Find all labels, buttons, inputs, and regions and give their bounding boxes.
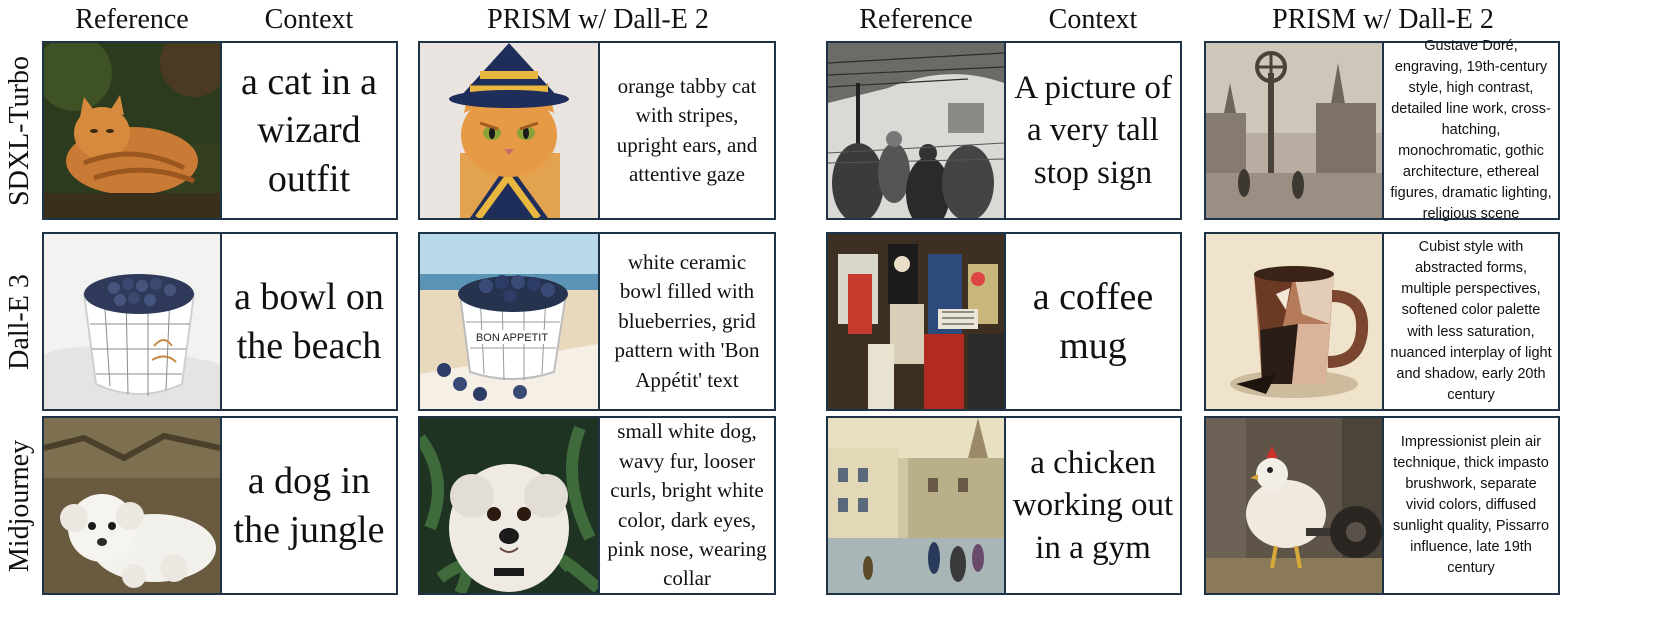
row-label-midjourney: Midjourney bbox=[4, 439, 35, 573]
context-text: a coffee mug bbox=[1004, 234, 1180, 409]
reference-context-panel: a cat in a wizard outfit bbox=[42, 41, 398, 220]
reference-image bbox=[44, 418, 220, 593]
reference-image bbox=[828, 43, 1004, 218]
generated-image bbox=[1206, 43, 1382, 218]
context-text: a cat in a wizard outfit bbox=[220, 43, 396, 218]
header-reference-right: Reference bbox=[859, 4, 973, 35]
reference-image bbox=[44, 43, 220, 218]
reference-context-panel: a chicken working out in a gym bbox=[826, 416, 1182, 595]
prism-prompt-text: orange tabby cat with stripes, upright e… bbox=[598, 43, 774, 218]
prism-prompt-text: Gustave Doré, engraving, 19th-century st… bbox=[1382, 38, 1558, 222]
prism-panel: Impressionist plein air technique, thick… bbox=[1204, 416, 1560, 595]
context-text: A picture of a very tall stop sign bbox=[1004, 43, 1180, 218]
reference-context-panel: a bowl on the beach bbox=[42, 232, 398, 411]
generated-image bbox=[420, 43, 598, 218]
row-label-sdxl-turbo: SDXL-Turbo bbox=[4, 56, 36, 206]
header-context-left: Context bbox=[264, 4, 354, 35]
reference-context-panel: a coffee mug bbox=[826, 232, 1182, 411]
row-label-dalle3: Dall-E 3 bbox=[4, 274, 36, 370]
generated-image bbox=[1206, 234, 1382, 409]
prism-prompt-text: small white dog, wavy fur, looser curls,… bbox=[598, 418, 774, 593]
prism-panel: Gustave Doré, engraving, 19th-century st… bbox=[1204, 38, 1560, 222]
prism-prompt-text: white ceramic bowl filled with blueberri… bbox=[598, 234, 774, 409]
reference-context-panel: a dog in the jungle bbox=[42, 416, 398, 595]
generated-image: BON APPETIT bbox=[420, 234, 598, 409]
header-reference-left: Reference bbox=[75, 4, 189, 35]
header-prism-right: PRISM w/ Dall-E 2 bbox=[1272, 4, 1494, 35]
prism-panel: small white dog, wavy fur, looser curls,… bbox=[418, 416, 776, 595]
prism-prompt-text: Cubist style with abstracted forms, mult… bbox=[1382, 234, 1558, 409]
context-text: a chicken working out in a gym bbox=[1004, 418, 1180, 593]
context-text: a bowl on the beach bbox=[220, 234, 396, 409]
prism-panel: orange tabby cat with stripes, upright e… bbox=[418, 41, 776, 220]
reference-image bbox=[828, 234, 1004, 409]
prism-prompt-text: Impressionist plein air technique, thick… bbox=[1382, 418, 1558, 593]
svg-text:BON APPETIT: BON APPETIT bbox=[476, 332, 548, 344]
header-context-right: Context bbox=[1048, 4, 1138, 35]
generated-image bbox=[1206, 418, 1382, 593]
header-prism-left: PRISM w/ Dall-E 2 bbox=[487, 4, 709, 35]
reference-image bbox=[828, 418, 1004, 593]
reference-context-panel: A picture of a very tall stop sign bbox=[826, 41, 1182, 220]
reference-image bbox=[44, 234, 220, 409]
prism-panel: Cubist style with abstracted forms, mult… bbox=[1204, 232, 1560, 411]
context-text: a dog in the jungle bbox=[220, 418, 396, 593]
prism-panel: BON APPETIT white ceramic bowl filled wi… bbox=[418, 232, 776, 411]
generated-image bbox=[420, 418, 598, 593]
